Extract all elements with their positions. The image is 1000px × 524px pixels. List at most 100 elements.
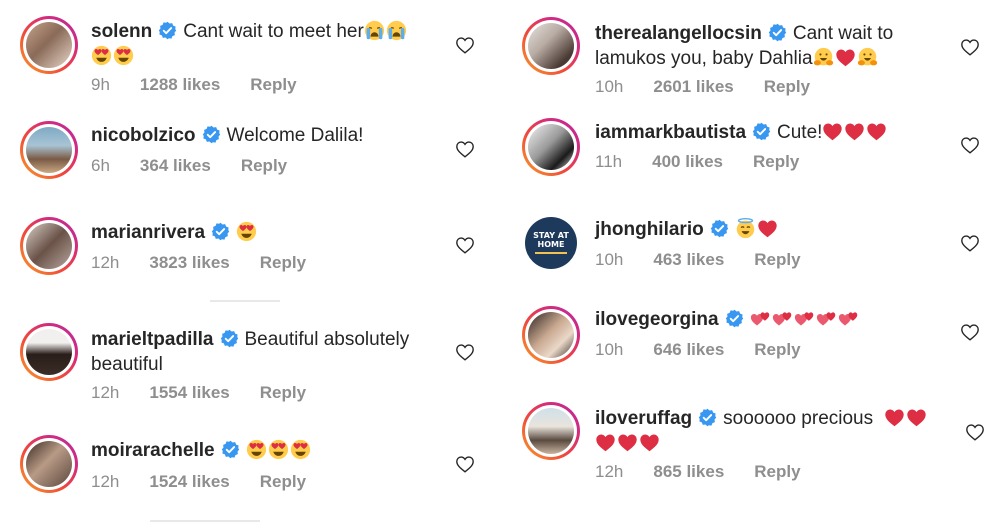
like-heart-icon[interactable]: [960, 323, 980, 341]
avatar-label-line: HOME: [537, 240, 565, 249]
comment-body: Cant wait to meet her: [183, 21, 364, 42]
comment-text: iammarkbautista Cute!: [595, 120, 935, 145]
avatar[interactable]: [522, 402, 580, 460]
reply-button[interactable]: Reply: [260, 472, 306, 491]
likes-count[interactable]: 1524 likes: [149, 472, 229, 491]
comment-meta: 9h 1288 likes Reply: [91, 75, 327, 95]
username[interactable]: moirarachelle: [91, 440, 215, 461]
red-heart-emoji-icon: [595, 432, 616, 453]
red-heart-emoji-icon: [822, 121, 843, 142]
cropped-divider: [150, 520, 260, 522]
comment-meta: 10h 646 likes Reply: [595, 340, 831, 360]
avatar[interactable]: [20, 323, 78, 381]
username[interactable]: marianrivera: [91, 222, 205, 243]
verified-badge-icon: [220, 329, 239, 348]
halo-face-emoji-icon: [735, 218, 756, 239]
comment-time: 10h: [595, 77, 624, 96]
likes-count[interactable]: 865 likes: [653, 462, 724, 481]
reply-button[interactable]: Reply: [754, 250, 800, 269]
comment-text: nicobolzico Welcome Dalila!: [91, 123, 431, 148]
comment-body: Cute!: [777, 122, 823, 143]
reply-button[interactable]: Reply: [764, 77, 810, 96]
comment-meta: 12h 865 likes Reply: [595, 462, 831, 482]
heart-eyes-emoji-icon: [246, 439, 267, 460]
two-hearts-emoji-icon: [816, 308, 837, 329]
likes-count[interactable]: 364 likes: [140, 156, 211, 175]
like-heart-icon[interactable]: [960, 136, 980, 154]
reply-button[interactable]: Reply: [250, 75, 296, 94]
likes-count[interactable]: 463 likes: [653, 250, 724, 269]
avatar[interactable]: [522, 118, 580, 176]
reply-button[interactable]: Reply: [754, 340, 800, 359]
two-hearts-emoji-icon: [772, 308, 793, 329]
like-heart-icon[interactable]: [455, 343, 475, 361]
comment-text: iloveruffag soooooo precious: [595, 406, 935, 456]
avatar[interactable]: [20, 16, 78, 74]
likes-count[interactable]: 1554 likes: [149, 383, 229, 402]
crying-face-emoji-icon: [386, 20, 407, 41]
two-hearts-emoji-icon: [794, 308, 815, 329]
verified-badge-icon: [221, 440, 240, 459]
username[interactable]: iloveruffag: [595, 408, 692, 429]
comment-meta: 12h 3823 likes Reply: [91, 253, 336, 273]
comment-time: 9h: [91, 75, 110, 94]
red-heart-emoji-icon: [617, 432, 638, 453]
comment-meta: 12h 1554 likes Reply: [91, 383, 336, 403]
username[interactable]: nicobolzico: [91, 125, 196, 146]
right-comment-column: therealangellocsin Cant wait to lamukos y…: [500, 0, 1000, 524]
verified-badge-icon: [211, 222, 230, 241]
red-heart-emoji-icon: [757, 218, 778, 239]
like-heart-icon[interactable]: [960, 234, 980, 252]
avatar[interactable]: [20, 121, 78, 179]
avatar[interactable]: [522, 17, 580, 75]
likes-count[interactable]: 2601 likes: [653, 77, 733, 96]
verified-badge-icon: [725, 309, 744, 328]
username[interactable]: therealangellocsin: [595, 23, 762, 44]
heart-eyes-emoji-icon: [290, 439, 311, 460]
reply-button[interactable]: Reply: [260, 383, 306, 402]
likes-count[interactable]: 400 likes: [652, 152, 723, 171]
like-heart-icon[interactable]: [455, 140, 475, 158]
verified-badge-icon: [158, 21, 177, 40]
hugging-face-emoji-icon: [857, 47, 878, 68]
avatar[interactable]: [20, 435, 78, 493]
like-heart-icon[interactable]: [960, 38, 980, 56]
comment-text: ilovegeorgina: [595, 307, 935, 332]
avatar[interactable]: [522, 306, 580, 364]
avatar-label-line: STAY AT: [533, 231, 569, 240]
reply-button[interactable]: Reply: [260, 253, 306, 272]
reply-button[interactable]: Reply: [754, 462, 800, 481]
username[interactable]: marieltpadilla: [91, 329, 214, 350]
comment-text: marieltpadilla Beautiful absolutely beaut…: [91, 327, 431, 377]
comment-time: 12h: [91, 383, 120, 402]
verified-badge-icon: [698, 408, 717, 427]
reply-button[interactable]: Reply: [241, 156, 287, 175]
red-heart-emoji-icon: [639, 432, 660, 453]
username[interactable]: iammarkbautista: [595, 122, 746, 143]
comment-time: 6h: [91, 156, 110, 175]
heart-eyes-emoji-icon: [113, 45, 134, 66]
avatar[interactable]: STAY AT HOME: [525, 217, 577, 269]
like-heart-icon[interactable]: [455, 455, 475, 473]
reply-button[interactable]: Reply: [753, 152, 799, 171]
comment-time: 10h: [595, 250, 624, 269]
comment-meta: 12h 1524 likes Reply: [91, 472, 336, 492]
avatar[interactable]: [20, 217, 78, 275]
username[interactable]: solenn: [91, 21, 152, 42]
likes-count[interactable]: 3823 likes: [149, 253, 229, 272]
username[interactable]: jhonghilario: [595, 219, 704, 240]
comment-time: 12h: [91, 253, 120, 272]
like-heart-icon[interactable]: [455, 36, 475, 54]
like-heart-icon[interactable]: [965, 423, 985, 441]
heart-eyes-emoji-icon: [268, 439, 289, 460]
likes-count[interactable]: 646 likes: [653, 340, 724, 359]
like-heart-icon[interactable]: [455, 236, 475, 254]
red-heart-emoji-icon: [866, 121, 887, 142]
comment-time: 11h: [595, 152, 623, 171]
likes-count[interactable]: 1288 likes: [140, 75, 220, 94]
verified-badge-icon: [752, 122, 771, 141]
two-hearts-emoji-icon: [838, 308, 859, 329]
comment-body: Welcome Dalila!: [226, 125, 364, 146]
comment-meta: 10h 463 likes Reply: [595, 250, 831, 270]
username[interactable]: ilovegeorgina: [595, 309, 719, 330]
